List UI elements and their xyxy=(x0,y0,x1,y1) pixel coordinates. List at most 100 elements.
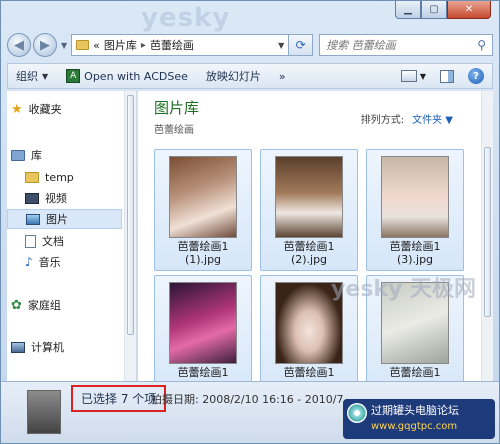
arrange-dropdown[interactable]: 文件夹 ▼ xyxy=(412,111,453,126)
sidebar-item-libraries[interactable]: 库 xyxy=(7,145,46,165)
slideshow-button[interactable]: 放映幻灯片 xyxy=(206,68,261,84)
star-icon: ★ xyxy=(11,101,23,117)
file-name: 芭蕾绘画1 xyxy=(283,366,335,379)
watermark-logo: yesky xyxy=(141,3,231,33)
file-tile[interactable]: 芭蕾绘画1 (2).jpg xyxy=(260,149,358,271)
sidebar-item-computer[interactable]: 计算机 xyxy=(7,337,68,357)
caption-buttons: ▁ ▢ ✕ xyxy=(395,1,491,19)
more-commands-button[interactable]: » xyxy=(279,70,286,83)
file-list-pane: 图片库 芭蕾绘画 排列方式: 文件夹 ▼ 芭蕾绘画1 (1).jpg 芭蕾绘画1(… xyxy=(138,91,493,381)
file-tile[interactable]: 芭蕾绘画1 (3).jpg xyxy=(366,149,464,271)
view-icon xyxy=(400,70,417,82)
address-overflow[interactable]: « xyxy=(93,39,100,52)
forum-badge: 过期罐头电脑论坛 www.gqgtpc.com xyxy=(343,399,495,439)
address-dropdown-button[interactable]: ▼ xyxy=(274,41,288,50)
music-icon: ♪ xyxy=(25,255,33,269)
organize-label: 组织 xyxy=(16,70,38,83)
watermark-overlay: yesky 天极网 xyxy=(331,277,476,302)
arrange-by: 排列方式: 文件夹 ▼ xyxy=(361,111,453,126)
chevron-double-right-icon: » xyxy=(278,69,286,83)
chevron-down-icon: ▼ xyxy=(42,71,49,81)
selection-thumbnail xyxy=(27,390,61,434)
refresh-button[interactable]: ⟳ xyxy=(289,34,314,56)
change-view-button[interactable]: ▼ xyxy=(400,70,426,82)
back-arrow-icon: ◀ xyxy=(14,37,24,53)
maximize-button[interactable]: ▢ xyxy=(421,1,447,19)
forward-button[interactable]: ▶ xyxy=(33,33,57,57)
command-bar: 组织 ▼ A Open with ACDSee 放映幻灯片 » ▼ ? xyxy=(7,63,493,89)
sidebar-item-documents[interactable]: 文档 xyxy=(21,231,68,251)
document-icon xyxy=(25,234,36,248)
badge-title: 过期罐头电脑论坛 xyxy=(371,404,459,417)
acdsee-label: Open with ACDSee xyxy=(84,69,188,83)
sidebar-item-label: 图片 xyxy=(46,213,68,226)
details-pane: 已选择 7 个项 拍摄日期: 2008/2/10 16:16 - 2010/7 … xyxy=(1,381,499,443)
file-name: 芭蕾绘画1 (1).jpg xyxy=(177,240,229,266)
file-tile[interactable]: 芭蕾绘画1 (1).jpg xyxy=(154,149,252,271)
image-thumbnail xyxy=(169,282,237,364)
search-input[interactable] xyxy=(326,38,478,52)
acdsee-icon: A xyxy=(66,69,81,83)
recent-pages-dropdown[interactable]: ▼ xyxy=(61,41,67,50)
sidebar-item-music[interactable]: ♪ 音乐 xyxy=(21,252,65,272)
file-tile[interactable]: 芭蕾绘画1 xyxy=(154,275,252,381)
navigation-bar: ◀ ▶ ▼ « 图片库 ▸ 芭蕾绘画 ▼ ⟳ ⚲ xyxy=(7,31,493,59)
sidebar-item-label: 视频 xyxy=(45,192,67,205)
close-button[interactable]: ✕ xyxy=(447,1,491,19)
content-scrollbar[interactable] xyxy=(481,91,493,381)
picture-icon xyxy=(26,213,40,225)
sidebar-item-videos[interactable]: 视频 xyxy=(21,188,71,208)
search-box[interactable]: ⚲ xyxy=(319,34,493,56)
image-thumbnail xyxy=(381,156,449,238)
file-name: 芭蕾绘画1 (2).jpg xyxy=(283,240,335,266)
sidebar-item-label: 库 xyxy=(31,149,42,162)
sidebar-item-label: 收藏夹 xyxy=(28,103,62,116)
library-subtitle: 芭蕾绘画 xyxy=(154,125,194,136)
disc-icon xyxy=(347,403,367,423)
computer-icon xyxy=(11,341,25,353)
video-icon xyxy=(25,192,39,204)
organize-menu[interactable]: 组织 ▼ xyxy=(16,68,48,84)
open-with-acdsee-button[interactable]: A Open with ACDSee xyxy=(66,69,188,83)
sidebar-item-label: 文档 xyxy=(42,235,64,248)
sidebar-scrollbar[interactable] xyxy=(124,91,136,381)
image-thumbnail xyxy=(275,156,343,238)
scrollbar-thumb[interactable] xyxy=(127,95,134,335)
date-taken: 拍摄日期: 2008/2/10 16:16 - 2010/7 xyxy=(151,393,344,406)
chevron-down-icon: ▼ xyxy=(419,71,426,81)
back-button[interactable]: ◀ xyxy=(7,33,31,57)
scrollbar-thumb[interactable] xyxy=(484,147,491,317)
file-name: 芭蕾绘画1 (3).jpg xyxy=(389,240,441,266)
folder-icon xyxy=(76,40,90,50)
explorer-window: yesky ▁ ▢ ✕ ◀ ▶ ▼ « 图片库 ▸ 芭蕾绘画 ▼ ⟳ ⚲ 组织 … xyxy=(0,0,500,444)
refresh-icon: ⟳ xyxy=(295,38,306,52)
badge-url: www.gqgtpc.com xyxy=(371,421,458,432)
sidebar-item-label: 家庭组 xyxy=(27,299,61,312)
help-icon[interactable]: ? xyxy=(468,68,484,84)
chevron-right-icon[interactable]: ▸ xyxy=(141,40,146,51)
navigation-pane: ★ 收藏夹 库 temp 视频 图片 文档 ♪ 音乐 ✿ 家庭组 计算机 xyxy=(7,91,137,381)
file-name: 芭蕾绘画1 xyxy=(177,366,229,379)
breadcrumb-pictures[interactable]: 图片库 xyxy=(104,37,137,53)
slideshow-label: 放映幻灯片 xyxy=(205,70,261,83)
sidebar-item-favorites[interactable]: ★ 收藏夹 xyxy=(7,99,66,119)
library-icon xyxy=(11,149,25,161)
sidebar-item-pictures[interactable]: 图片 xyxy=(7,209,122,229)
library-title: 图片库 xyxy=(154,99,200,117)
search-icon[interactable]: ⚲ xyxy=(477,38,486,52)
sidebar-item-label: 计算机 xyxy=(31,341,64,354)
address-bar[interactable]: « 图片库 ▸ 芭蕾绘画 ▼ xyxy=(71,34,290,56)
file-name: 芭蕾绘画1 xyxy=(389,366,441,379)
breadcrumb-ballet[interactable]: 芭蕾绘画 xyxy=(150,37,194,53)
sidebar-item-homegroup[interactable]: ✿ 家庭组 xyxy=(7,295,65,315)
sidebar-item-label: temp xyxy=(45,170,74,184)
folder-icon xyxy=(25,171,39,183)
preview-pane-icon[interactable] xyxy=(440,69,454,83)
homegroup-icon: ✿ xyxy=(11,297,22,313)
arrange-label: 排列方式: xyxy=(360,115,405,126)
forward-arrow-icon: ▶ xyxy=(40,37,50,53)
image-thumbnail xyxy=(169,156,237,238)
minimize-button[interactable]: ▁ xyxy=(395,1,421,19)
sidebar-item-temp[interactable]: temp xyxy=(21,167,78,187)
sidebar-item-label: 音乐 xyxy=(38,256,61,269)
